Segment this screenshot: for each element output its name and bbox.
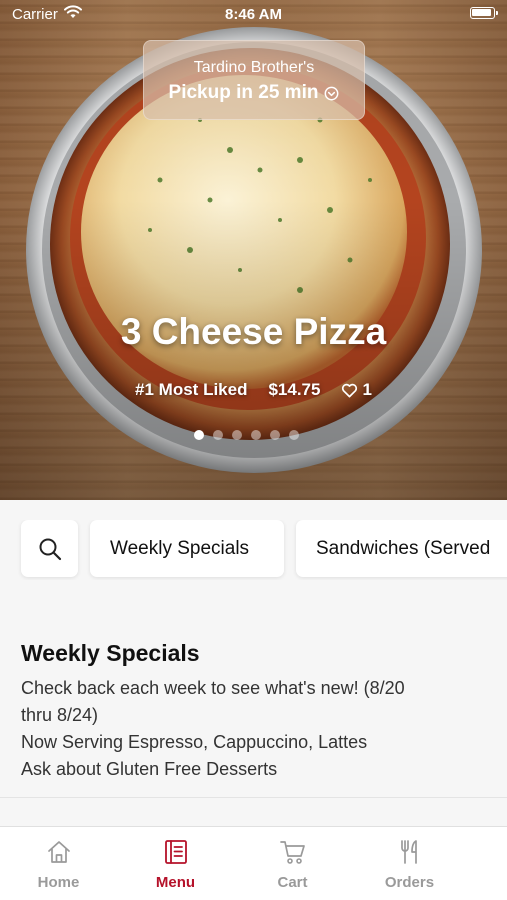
likes-count: 1 <box>362 380 372 399</box>
carousel-page-indicator[interactable] <box>194 430 299 440</box>
restaurant-name: Tardino Brother's <box>193 59 315 76</box>
section-description-line: thru 8/24) <box>21 705 99 725</box>
nav-menu-label: Menu <box>155 874 196 891</box>
nav-home[interactable]: Home <box>0 827 117 900</box>
status-time: 8:46 AM <box>225 6 282 23</box>
section-description-line: Ask about Gluten Free Desserts <box>21 759 278 779</box>
pickup-label: Pickup in 25 min <box>168 82 319 103</box>
category-tabs: Weekly Specials Sandwiches (Served <box>0 520 507 580</box>
carousel-dot[interactable] <box>251 430 261 440</box>
featured-item-meta: #1 Most Liked $14.75 1 <box>0 380 507 400</box>
nav-home-label: Home <box>37 874 80 891</box>
featured-price: $14.75 <box>268 380 321 399</box>
battery-icon <box>470 7 498 19</box>
pickup-time: Pickup in 25 min <box>144 82 364 104</box>
section-title: Weekly Specials <box>21 640 200 666</box>
divider <box>0 797 507 798</box>
carousel-dot[interactable] <box>213 430 223 440</box>
nav-cart-label: Cart <box>277 874 308 891</box>
nav-menu[interactable]: Menu <box>117 827 234 900</box>
chevron-down-circle-icon <box>325 86 339 100</box>
section-description-line: Now Serving Espresso, Cappuccino, Lattes <box>21 732 368 752</box>
nav-orders[interactable]: Orders <box>351 827 468 900</box>
search-button[interactable] <box>21 520 78 577</box>
status-bar: Carrier 8:46 AM <box>0 0 507 28</box>
section-description-line: Check back each week to see what's new! … <box>21 678 405 698</box>
category-tab-weekly-specials[interactable]: Weekly Specials <box>90 520 284 577</box>
search-icon <box>39 538 62 561</box>
carousel-dot[interactable] <box>289 430 299 440</box>
carousel-dot[interactable] <box>194 430 204 440</box>
category-tab-sandwiches[interactable]: Sandwiches (Served <box>296 520 507 577</box>
carousel-dot[interactable] <box>232 430 242 440</box>
hero-carousel[interactable]: Carrier 8:46 AM Tardino Brother's Pickup… <box>0 0 507 500</box>
heart-icon <box>342 383 358 397</box>
section-description: Check back each week to see what's new! … <box>21 675 507 783</box>
featured-item-title: 3 Cheese Pizza <box>120 311 387 352</box>
menu-section: Weekly Specials Check back each week to … <box>0 640 507 783</box>
nav-orders-label: Orders <box>384 874 435 891</box>
featured-rank: #1 Most Liked <box>135 380 248 399</box>
carousel-dot[interactable] <box>270 430 280 440</box>
featured-likes[interactable]: 1 <box>341 380 372 400</box>
menu-icon <box>164 840 187 864</box>
home-icon <box>47 841 70 863</box>
nav-cart[interactable]: Cart <box>234 827 351 900</box>
pickup-selector[interactable]: Tardino Brother's Pickup in 25 min <box>143 40 365 120</box>
utensils-icon <box>400 840 417 864</box>
cart-icon <box>279 841 305 864</box>
bottom-tab-bar: Home Menu Cart Orders <box>0 826 507 900</box>
